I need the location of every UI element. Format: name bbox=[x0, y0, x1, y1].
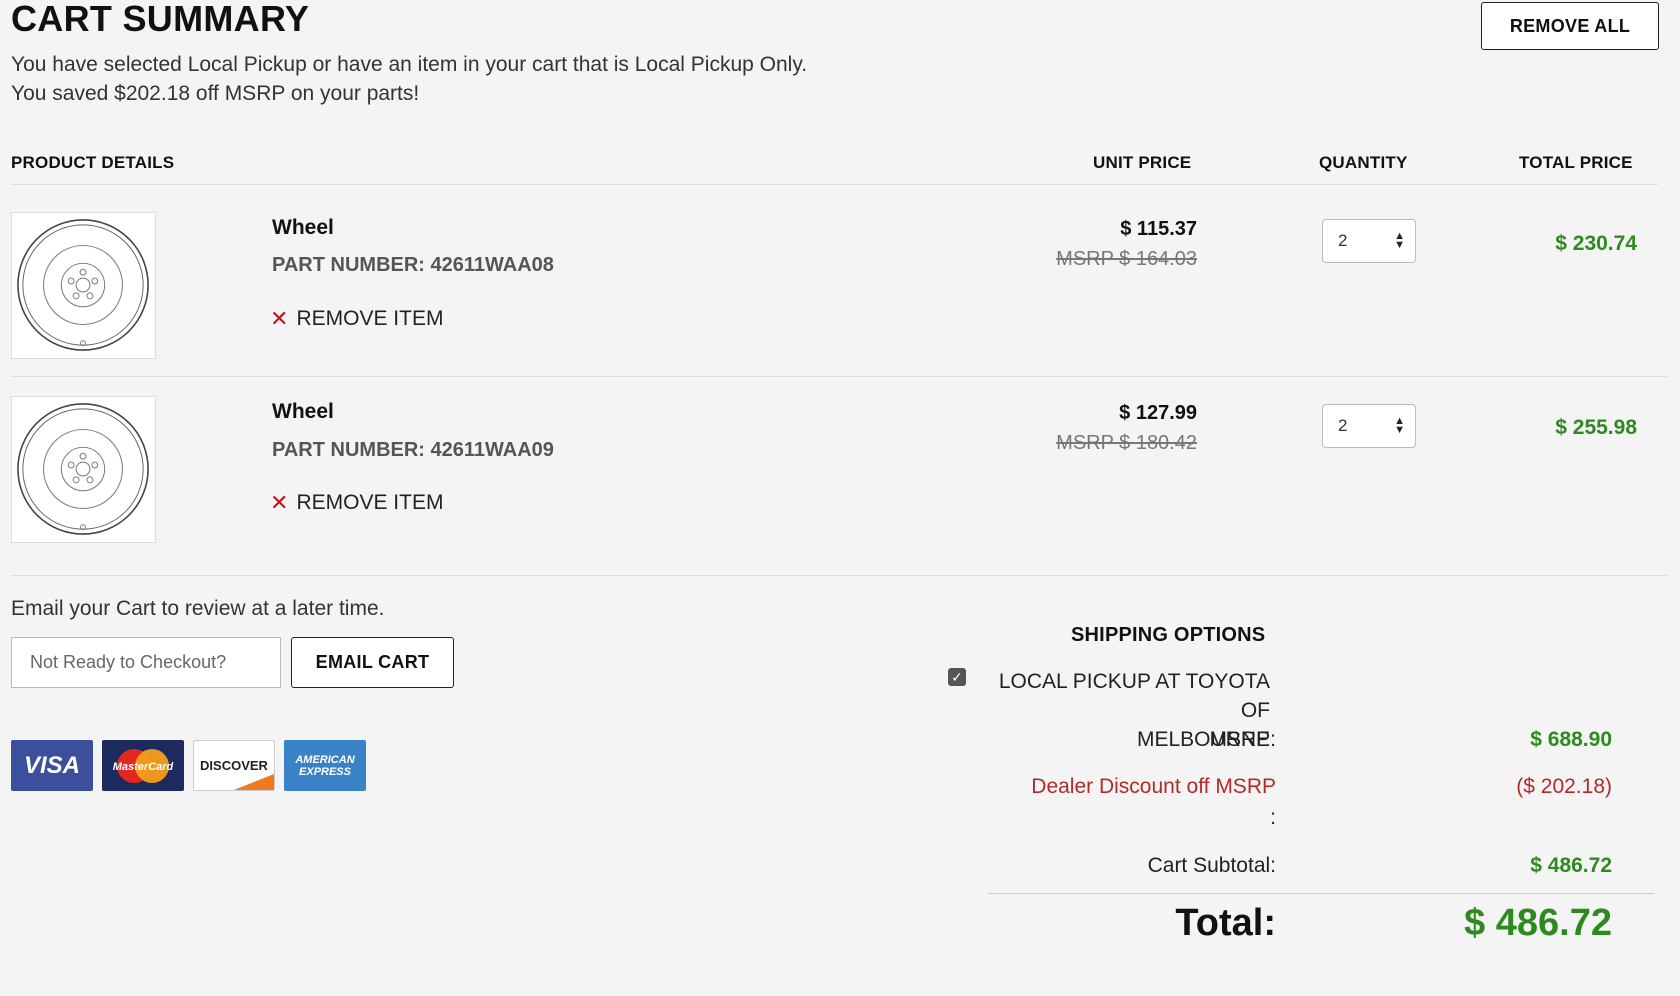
remove-item-label: REMOVE ITEM bbox=[296, 307, 444, 330]
summary-divider bbox=[988, 893, 1654, 894]
visa-icon: VISA bbox=[11, 740, 93, 791]
cart-subtotal-label: Cart Subtotal: bbox=[1147, 854, 1276, 877]
quantity-value: 2 bbox=[1338, 231, 1348, 250]
column-product-details: PRODUCT DETAILS bbox=[11, 153, 175, 172]
msrp-total: $ 688.90 bbox=[1530, 728, 1612, 751]
remove-item-button[interactable]: ✕ REMOVE ITEM bbox=[270, 490, 443, 516]
close-icon: ✕ bbox=[270, 490, 289, 515]
remove-item-label: REMOVE ITEM bbox=[296, 491, 444, 514]
product-name[interactable]: Wheel bbox=[272, 216, 334, 240]
cart-subtotal-value: $ 486.72 bbox=[1530, 854, 1612, 877]
part-number: PART NUMBER: 42611WAA08 bbox=[272, 254, 554, 276]
close-icon: ✕ bbox=[270, 306, 289, 331]
dealer-discount-value: ($ 202.18) bbox=[1516, 775, 1612, 798]
wheel-icon bbox=[17, 403, 149, 535]
product-name[interactable]: Wheel bbox=[272, 400, 334, 424]
pickup-notice: You have selected Local Pickup or have a… bbox=[11, 53, 808, 76]
msrp-price: MSRP $ 164.03 bbox=[1056, 248, 1197, 270]
msrp-label: MSRP: bbox=[1209, 728, 1276, 751]
email-cart-button[interactable]: EMAIL CART bbox=[291, 637, 454, 688]
part-number: PART NUMBER: 42611WAA09 bbox=[272, 439, 554, 461]
quantity-stepper[interactable]: 2 ▲ ▼ bbox=[1322, 219, 1416, 263]
line-total: $ 230.74 bbox=[1555, 232, 1637, 255]
local-pickup-checkbox[interactable]: ✓ bbox=[948, 668, 966, 686]
remove-all-button[interactable]: REMOVE ALL bbox=[1481, 2, 1659, 50]
page-title: CART SUMMARY bbox=[11, 0, 310, 39]
email-field[interactable] bbox=[11, 637, 281, 688]
svg-text:MasterCard: MasterCard bbox=[113, 761, 174, 773]
stepper-arrows-icon: ▲ ▼ bbox=[1394, 230, 1405, 251]
quantity-stepper[interactable]: 2 ▲ ▼ bbox=[1322, 404, 1416, 448]
column-total-price: TOTAL PRICE bbox=[1519, 153, 1633, 172]
line-total: $ 255.98 bbox=[1555, 416, 1637, 439]
stepper-arrows-icon: ▲ ▼ bbox=[1394, 415, 1405, 436]
dealer-discount-label: Dealer Discount off MSRP bbox=[1031, 775, 1276, 798]
discover-icon: DISCOVER bbox=[193, 740, 275, 791]
row-divider bbox=[11, 376, 1667, 377]
shipping-options-heading: SHIPPING OPTIONS bbox=[1071, 624, 1266, 646]
column-quantity: QUANTITY bbox=[1319, 153, 1408, 172]
dealer-discount-colon: : bbox=[1270, 806, 1276, 829]
row-divider bbox=[11, 575, 1667, 576]
mastercard-icon: MasterCard bbox=[102, 740, 184, 791]
unit-price: $ 115.37 bbox=[1120, 218, 1197, 240]
total-label: Total: bbox=[1175, 902, 1276, 944]
msrp-price: MSRP $ 180.42 bbox=[1056, 432, 1197, 454]
product-image[interactable] bbox=[11, 212, 156, 359]
quantity-value: 2 bbox=[1338, 416, 1348, 435]
unit-price: $ 127.99 bbox=[1119, 402, 1197, 424]
column-unit-price: UNIT PRICE bbox=[1093, 153, 1192, 172]
local-pickup-line1: LOCAL PICKUP AT TOYOTA OF bbox=[998, 670, 1270, 722]
header-divider bbox=[11, 184, 1658, 185]
grand-total: $ 486.72 bbox=[1464, 902, 1612, 944]
wheel-icon bbox=[17, 219, 149, 351]
remove-item-button[interactable]: ✕ REMOVE ITEM bbox=[270, 306, 443, 332]
amex-icon: AMERICAN EXPRESS bbox=[284, 740, 366, 791]
savings-notice: You saved $202.18 off MSRP on your parts… bbox=[11, 82, 420, 105]
email-cart-prompt: Email your Cart to review at a later tim… bbox=[11, 597, 385, 620]
product-image[interactable] bbox=[11, 396, 156, 543]
